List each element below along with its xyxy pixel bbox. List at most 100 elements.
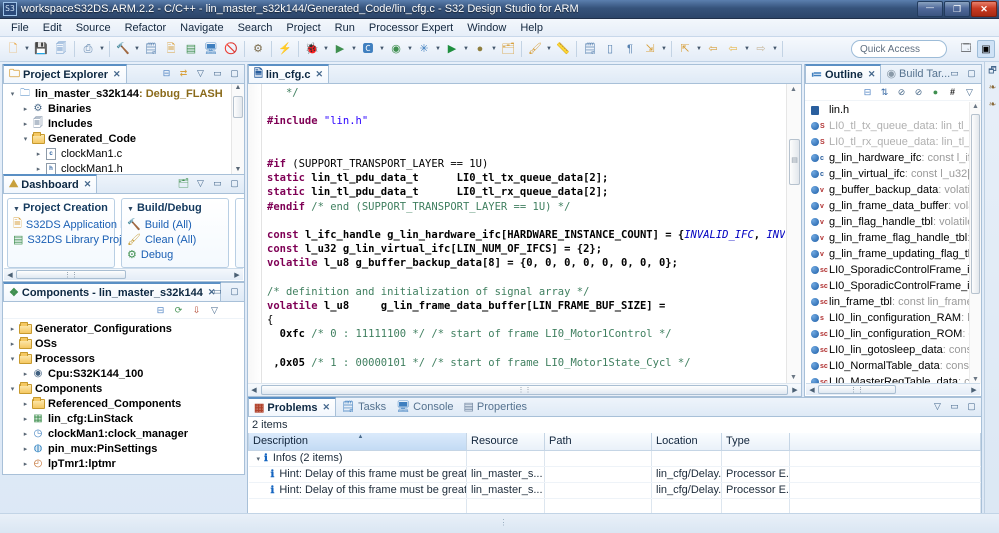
tab-lin-cfg-c[interactable]: 🗎 lin_cfg.c ✕ [248, 64, 329, 83]
tree-item-binaries[interactable]: ▸⚙Binaries [3, 101, 244, 116]
column-header-resource[interactable]: Resource [467, 433, 545, 450]
tab-properties[interactable]: ▤Properties [459, 397, 533, 416]
view-menu-icon[interactable]: ▽ [207, 303, 222, 318]
cpp-perspective-button[interactable]: ▣ [977, 40, 995, 58]
minimize-icon[interactable]: ▭ [210, 176, 225, 191]
close-button[interactable] [971, 1, 997, 17]
tree-item-generator-configurations[interactable]: ▸Generator_Configurations [3, 321, 244, 336]
paint-brush-dropdown-arrow[interactable]: ▼ [545, 40, 553, 58]
menu-navigate[interactable]: Navigate [173, 21, 230, 35]
view-menu-icon[interactable]: ▽ [962, 85, 977, 100]
save-all-icon[interactable]: 🗐 [52, 40, 70, 58]
close-icon[interactable]: ✕ [113, 69, 121, 80]
tree-item-lin-master-s32k144[interactable]: ▾🗀lin_master_s32k144: Debug_FLASH [3, 86, 244, 101]
run-last-dropdown-arrow[interactable]: ▼ [490, 40, 498, 58]
next-annotation-icon[interactable]: ⇲ [641, 40, 659, 58]
show-whitespace-icon[interactable]: ▯ [601, 40, 619, 58]
generate-code-icon[interactable]: ⟳ [171, 303, 186, 318]
menu-processor-expert[interactable]: Processor Expert [362, 21, 460, 35]
debug-dropdown-arrow[interactable]: ▼ [322, 40, 330, 58]
outline-item-g-lin-hardware-ifc[interactable]: cg_lin_hardware_ifc : const l_ifc [805, 150, 969, 166]
code-line[interactable]: const l_u32 g_lin_virtual_ifc[LIN_NUM_OF… [263, 242, 785, 256]
code-line[interactable]: const l_ifc_handle g_lin_hardware_ifc[HA… [263, 228, 785, 242]
print-icon[interactable]: ⎙ [79, 40, 97, 58]
code-line[interactable]: static lin_tl_pdu_data_t LI0_tl_tx_queue… [263, 171, 785, 185]
column-header-type[interactable]: Type [722, 433, 790, 450]
code-line[interactable]: 0xfc /* 0 : 11111100 */ /* start of fram… [263, 327, 785, 341]
code-line[interactable]: #include "lin.h" [263, 114, 785, 128]
outline-item-li0-lin-configuration-ram[interactable]: sLI0_lin_configuration_RAM : l_ [805, 310, 969, 326]
outline-item-li0-lin-gotosleep-data[interactable]: scLI0_lin_gotosleep_data : const [805, 342, 969, 358]
code-line[interactable]: { [263, 313, 785, 327]
scroll-left-icon[interactable]: ◀ [4, 271, 16, 279]
prev-annotation-dropdown-arrow[interactable]: ▼ [695, 40, 703, 58]
menu-file[interactable]: File [4, 21, 36, 35]
maximize-icon[interactable]: ▢ [964, 399, 979, 414]
import-component-icon[interactable]: ⇩ [189, 303, 204, 318]
minimize-button[interactable] [917, 1, 943, 17]
tree-item-pin-mux-pinsettings[interactable]: ▸◍pin_mux:PinSettings [3, 441, 244, 456]
tree-item-includes[interactable]: ▸🗐Includes [3, 116, 244, 131]
dashboard-section-title[interactable]: ▼Project Creation [13, 202, 109, 214]
outline-item-lin-frame-tbl[interactable]: sclin_frame_tbl : const lin_frame_ [805, 294, 969, 310]
minimize-icon[interactable]: ▭ [210, 66, 225, 81]
editor-hscrollbar[interactable]: ◀ ⋮⋮ ▶ [248, 383, 801, 396]
forward-icon[interactable]: ⇨ [752, 40, 770, 58]
tab-outline[interactable]: ≔ Outline ✕ [805, 64, 881, 83]
expand-arrow-closed-icon[interactable]: ▸ [20, 445, 31, 453]
outline-item-li0-sporadiccontrolframe-inf[interactable]: scLI0_SporadicControlFrame_inf [805, 278, 969, 294]
quick-access-input[interactable]: Quick Access [851, 40, 947, 58]
hide-macros-icon[interactable]: # [945, 85, 960, 100]
minimize-icon[interactable]: ▭ [210, 284, 225, 299]
tree-item-lptmr1-lptmr[interactable]: ▸◴lpTmr1:lptmr [3, 456, 244, 471]
maximize-icon[interactable]: ▢ [227, 176, 242, 191]
maximize-icon[interactable]: ▢ [964, 66, 979, 81]
build-all-icon[interactable]: ⚙ [249, 40, 267, 58]
tree-item-clockman1-clock-manager[interactable]: ▸◷clockMan1:clock_manager [3, 426, 244, 441]
run-config-dropdown-arrow[interactable]: ▼ [378, 40, 386, 58]
project-explorer-scrollbar[interactable]: ▲ ▼ [231, 84, 244, 175]
run-last-icon[interactable]: ● [471, 40, 489, 58]
sort-icon[interactable]: ⇅ [877, 85, 892, 100]
column-header-description[interactable]: Description▲ [249, 433, 467, 450]
dashboard-link-build-all-[interactable]: 🔨Build (All) [127, 217, 223, 232]
expand-arrow-closed-icon[interactable]: ▸ [33, 165, 44, 173]
menu-source[interactable]: Source [69, 21, 118, 35]
tree-item-clockman1-c[interactable]: ▸cclockMan1.c [3, 146, 244, 161]
code-text[interactable]: */ #include "lin.h" #if (SUPPORT_TRANSPO… [263, 84, 785, 383]
processor-expert-dropdown-arrow[interactable]: ▼ [434, 40, 442, 58]
tree-item-referenced-components[interactable]: ▸Referenced_Components [3, 396, 244, 411]
code-line[interactable]: #endif /* end (SUPPORT_TRANSPORT_LAYER =… [263, 200, 785, 214]
scroll-thumb[interactable]: ⋮⋮ [818, 385, 896, 394]
problems-row[interactable]: ℹHint: Delay of this frame must be great… [249, 466, 981, 482]
outline-item-g-lin-frame-data-buffer[interactable]: vg_lin_frame_data_buffer : vola [805, 198, 969, 214]
expand-arrow-closed-icon[interactable]: ▸ [7, 340, 18, 348]
skip-breakpoints-icon[interactable]: 🚫 [222, 40, 240, 58]
expand-arrow-open-icon[interactable]: ▾ [7, 355, 18, 363]
expand-arrow-closed-icon[interactable]: ▸ [20, 400, 31, 408]
column-header-path[interactable]: Path [545, 433, 652, 450]
maximize-button[interactable] [944, 1, 970, 17]
code-line[interactable] [263, 370, 785, 383]
prev-annotation-icon[interactable]: ⇱ [676, 40, 694, 58]
tree-item-generated-code[interactable]: ▾Generated_Code [3, 131, 244, 146]
menu-project[interactable]: Project [279, 21, 327, 35]
editor-gutter[interactable] [248, 84, 262, 396]
outline-item-li0-normaltable-data[interactable]: scLI0_NormalTable_data : const [805, 358, 969, 374]
collapse-all-icon[interactable]: ⊟ [159, 66, 174, 81]
menu-edit[interactable]: Edit [36, 21, 69, 35]
tab-dashboard[interactable]: ⛰ Dashboard ✕ [3, 174, 97, 193]
close-icon[interactable]: ✕ [315, 69, 323, 80]
code-line[interactable]: #if (SUPPORT_TRANSPORT_LAYER == 1U) [263, 157, 785, 171]
dashboard-link-s32ds-library-project[interactable]: ▤S32DS Library Project [13, 232, 109, 247]
menu-search[interactable]: Search [231, 21, 280, 35]
expand-arrow-closed-icon[interactable]: ▸ [20, 430, 31, 438]
external-tools-dropdown-arrow[interactable]: ▼ [406, 40, 414, 58]
close-icon[interactable]: ✕ [868, 69, 876, 80]
code-line[interactable] [263, 129, 785, 143]
view-menu-icon[interactable]: ▽ [930, 399, 945, 414]
dashboard-link-debug[interactable]: ⚙Debug [127, 247, 223, 262]
dashboard-settings-icon[interactable]: 🗂 [176, 176, 191, 191]
scroll-right-icon[interactable]: ▶ [789, 386, 801, 394]
back-history-dropdown-arrow[interactable]: ▼ [743, 40, 751, 58]
